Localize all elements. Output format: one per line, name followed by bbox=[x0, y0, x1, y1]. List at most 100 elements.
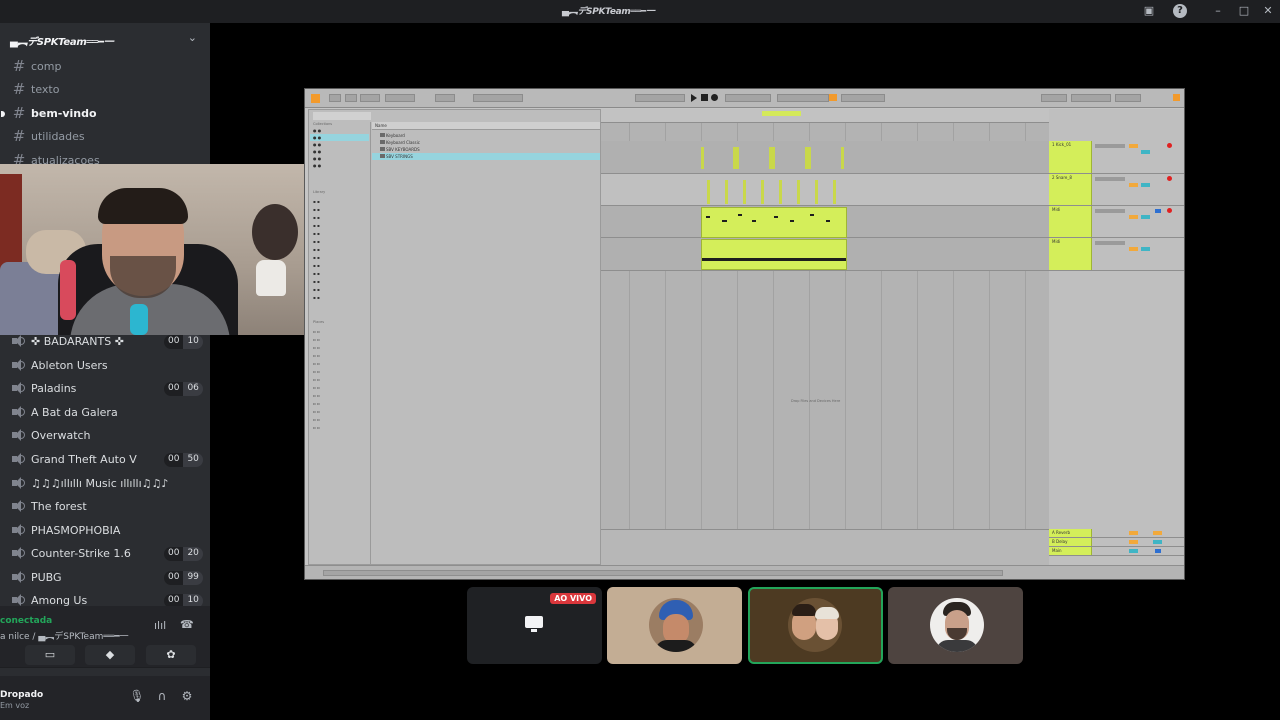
settings-gear-icon[interactable]: ⚙ bbox=[177, 686, 197, 706]
loop-brace[interactable] bbox=[762, 111, 801, 116]
browser-item[interactable]: ▪ ▪ bbox=[313, 230, 320, 237]
audio-clip[interactable] bbox=[779, 180, 782, 204]
browser-place[interactable]: ▫ ▫ bbox=[313, 392, 320, 399]
audio-clip[interactable] bbox=[725, 180, 728, 204]
browser-item[interactable]: ▪ ▪ bbox=[313, 294, 320, 301]
text-channel-utilidades[interactable]: # utilidades bbox=[8, 126, 204, 148]
voice-channel-ableton-users[interactable]: Ableton Users bbox=[8, 355, 204, 377]
browser-place[interactable]: ▫ ▫ bbox=[313, 368, 320, 375]
minimize-button[interactable]: – bbox=[1211, 4, 1225, 18]
browser-search-input[interactable] bbox=[313, 112, 371, 120]
voice-channel-gta-v[interactable]: Grand Theft Auto V 00 50 bbox=[8, 449, 204, 471]
audio-clip[interactable] bbox=[815, 180, 818, 204]
mixer-main[interactable]: Main bbox=[1049, 547, 1184, 556]
track-activator[interactable] bbox=[1129, 183, 1138, 187]
stop-icon[interactable] bbox=[701, 94, 708, 101]
browser-category-selected[interactable]: ● ● bbox=[310, 134, 369, 141]
solo-button[interactable] bbox=[1141, 150, 1150, 154]
track-activator[interactable] bbox=[1129, 540, 1138, 544]
midi-clip[interactable] bbox=[701, 207, 847, 238]
audio-clip[interactable] bbox=[841, 147, 844, 169]
track-name[interactable]: 1 Kick_01 bbox=[1049, 141, 1092, 173]
browser-place[interactable]: ▫ ▫ bbox=[313, 384, 320, 391]
midi-clip[interactable] bbox=[701, 239, 847, 270]
browser-place[interactable]: ▫ ▫ bbox=[313, 328, 320, 335]
browser-place[interactable]: ▫ ▫ bbox=[313, 376, 320, 383]
input-selector[interactable] bbox=[1095, 241, 1125, 245]
browser-file-item[interactable]: Keyboard Classic bbox=[372, 139, 600, 146]
voice-channel-overwatch[interactable]: Overwatch bbox=[8, 425, 204, 447]
browser-place[interactable]: ▫ ▫ bbox=[313, 408, 320, 415]
audio-clip[interactable] bbox=[769, 147, 775, 169]
ableton-arrangement-view[interactable]: Drop Files and Devices Here bbox=[601, 109, 1049, 565]
main-control[interactable] bbox=[1129, 549, 1138, 553]
input-selector[interactable] bbox=[1095, 177, 1125, 181]
arrangement-track-kick[interactable] bbox=[601, 141, 1049, 174]
browser-item[interactable]: ▪ ▪ bbox=[313, 262, 320, 269]
ableton-position-field[interactable] bbox=[635, 94, 685, 102]
solo-button[interactable] bbox=[1141, 247, 1150, 251]
browser-item[interactable]: ▪ ▪ bbox=[313, 214, 320, 221]
browser-item[interactable]: ▪ ▪ bbox=[313, 278, 320, 285]
audio-clip[interactable] bbox=[701, 147, 704, 169]
headphones-icon[interactable]: ∩ bbox=[152, 686, 172, 706]
browser-category[interactable]: ● ● bbox=[313, 155, 321, 162]
browser-item[interactable]: ▪ ▪ bbox=[313, 246, 320, 253]
voice-channel-name[interactable]: a nilce / ▄︻デSPKTeam══━一 bbox=[0, 629, 129, 642]
arrangement-track-snare[interactable] bbox=[601, 174, 1049, 206]
mixer-return-a[interactable]: A Reverb bbox=[1049, 529, 1184, 538]
track-activator[interactable] bbox=[1129, 215, 1138, 219]
microphone-icon[interactable]: 🎙 bbox=[127, 686, 147, 706]
browser-place[interactable]: ▫ ▫ bbox=[313, 424, 320, 431]
screen-share-button[interactable]: ▭ bbox=[25, 645, 75, 665]
return-tracks-area[interactable] bbox=[601, 529, 1049, 565]
return-track-name[interactable]: A Reverb bbox=[1049, 529, 1092, 537]
browser-place[interactable]: ▫ ▫ bbox=[313, 344, 320, 351]
voice-channel-a-bat-da-galera[interactable]: A Bat da Galera bbox=[8, 402, 204, 424]
browser-item[interactable]: ▪ ▪ bbox=[313, 198, 320, 205]
browser-item[interactable]: ▪ ▪ bbox=[313, 238, 320, 245]
browser-place[interactable]: ▫ ▫ bbox=[313, 416, 320, 423]
arrangement-ruler[interactable] bbox=[601, 109, 1049, 123]
audio-clip[interactable] bbox=[797, 180, 800, 204]
arrangement-scrollbar[interactable] bbox=[323, 570, 1003, 576]
noise-suppression-icon[interactable]: ılıl bbox=[154, 619, 166, 632]
audio-clip[interactable] bbox=[707, 180, 710, 204]
audio-clip[interactable] bbox=[833, 180, 836, 204]
solo-button[interactable] bbox=[1153, 540, 1162, 544]
browser-item[interactable]: ▪ ▪ bbox=[313, 206, 320, 213]
mixer-track-midi-2[interactable]: Midi bbox=[1049, 238, 1184, 271]
main-cue[interactable] bbox=[1155, 549, 1161, 553]
audio-clip[interactable] bbox=[743, 180, 746, 204]
text-channel-bem-vindo[interactable]: # bem-vindo bbox=[1, 103, 204, 125]
browser-category[interactable]: ● ● bbox=[313, 162, 321, 169]
browser-file-item-selected[interactable]: SBV STRINGS bbox=[372, 153, 600, 160]
audio-clip[interactable] bbox=[733, 147, 739, 169]
participant-tile-3-speaking[interactable] bbox=[748, 587, 883, 664]
track-activator[interactable] bbox=[1129, 247, 1138, 251]
text-channel-comp[interactable]: # comp bbox=[8, 56, 204, 78]
solo-button[interactable] bbox=[1141, 215, 1150, 219]
participant-tile-4[interactable] bbox=[888, 587, 1023, 664]
solo-button[interactable] bbox=[1141, 183, 1150, 187]
browser-place[interactable]: ▫ ▫ bbox=[313, 360, 320, 367]
text-channel-texto[interactable]: # texto bbox=[8, 79, 204, 101]
audio-clip[interactable] bbox=[805, 147, 811, 169]
audio-clip[interactable] bbox=[761, 180, 764, 204]
browser-category[interactable]: ● ● bbox=[313, 127, 321, 134]
solo-button[interactable] bbox=[1153, 531, 1162, 535]
participant-tile-2[interactable] bbox=[607, 587, 742, 664]
ableton-tempo-field[interactable] bbox=[360, 94, 380, 102]
input-selector[interactable] bbox=[1095, 209, 1125, 213]
mixer-track-snare[interactable]: 2 Snare_8 bbox=[1049, 174, 1184, 206]
voice-channel-paladins[interactable]: Paladins 00 06 bbox=[8, 378, 204, 400]
browser-list-header[interactable]: Name bbox=[372, 122, 600, 130]
browser-item[interactable]: ▪ ▪ bbox=[313, 270, 320, 277]
soundboard-button[interactable]: ✿ bbox=[146, 645, 196, 665]
arm-button[interactable] bbox=[1167, 143, 1172, 148]
voice-channel-the-forest[interactable]: The forest bbox=[8, 496, 204, 518]
maximize-button[interactable]: □ bbox=[1237, 4, 1251, 18]
browser-item[interactable]: ▪ ▪ bbox=[313, 222, 320, 229]
help-icon[interactable]: ? bbox=[1173, 4, 1187, 18]
disconnect-icon[interactable]: ☎ bbox=[180, 618, 194, 631]
